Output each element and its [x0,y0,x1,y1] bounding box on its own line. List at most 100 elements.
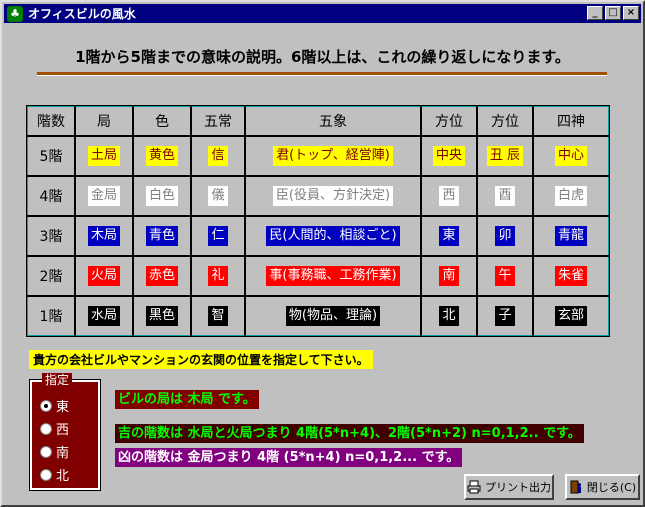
radio-label: 東 [56,400,70,415]
table-cell: 儀 [190,175,246,217]
table-cell: 北 [420,295,478,337]
cell-value: 儀 [208,186,228,206]
table-cell: 黒色 [132,295,192,337]
bureau-message: ビルの局は 木局 です。 [115,390,259,409]
cell-value: 物(物品、理論) [285,306,381,326]
cell-value: 君(トップ、経営陣) [273,146,393,166]
table-cell: 礼 [190,255,246,297]
print-button[interactable]: プリント出力 [464,474,554,500]
page-heading: 1階から5階までの意味の説明。6階以上は、これの繰り返しになります。 [75,48,570,66]
table-cell: 卯 [476,215,534,257]
cell-value: 丑 辰 [486,146,524,166]
table-cell: 事(事務職、工務作業) [244,255,422,297]
table-row: 5階 土局 黄色 信 君(トップ、経営陣) 中央 丑 辰 中心 [26,135,610,177]
table-cell: 中央 [420,135,478,177]
table-cell: 民(人間的、相談ごと) [244,215,422,257]
clover-icon[interactable]: ♣ [7,5,23,22]
door-exit-icon [570,480,581,494]
column-header: 四神 [532,105,610,137]
table-cell: 玄部 [532,295,610,337]
radio-label: 南 [56,446,70,461]
cell-value: 卯 [495,226,515,246]
table-cell: 午 [476,255,534,297]
cell-value: 白虎 [554,186,587,206]
table-row: 1階 水局 黒色 智 物(物品、理論) 北 子 玄部 [26,295,610,337]
cell-value: 酉 [495,186,515,206]
floor-label: 2階 [26,255,76,297]
table-cell: 金局 [74,175,134,217]
cell-value: 智 [208,306,228,326]
cell-value: 玄部 [554,306,587,326]
direction-radio-4[interactable]: 北 [40,465,69,484]
table-cell: 赤色 [132,255,192,297]
table-cell: 仁 [190,215,246,257]
lucky-floors-message: 吉の階数は 水局と火局つまり 4階(5*n+4)、2階(5*n+2) n=0,1… [115,424,584,443]
close-window-button[interactable]: × [623,6,639,20]
radio-button[interactable] [40,399,52,412]
table-cell: 白虎 [532,175,610,217]
column-header: 五常 [190,105,246,137]
table-cell: 木局 [74,215,134,257]
cell-value: 金局 [87,186,120,206]
table-cell: 君(トップ、経営陣) [244,135,422,177]
cell-value: 黒色 [145,306,178,326]
table-cell: 南 [420,255,478,297]
direction-radio-1[interactable]: 東 [40,396,69,415]
table-cell: 白色 [132,175,192,217]
floor-label: 1階 [26,295,76,337]
cell-value: 木局 [87,226,120,246]
cell-value: 火局 [87,266,120,286]
direction-radio-2[interactable]: 西 [40,419,69,438]
table-cell: 智 [190,295,246,337]
cell-value: 中央 [432,146,465,166]
close-button-label: 閉じる(C) [586,481,637,494]
cell-value: 臣(役員、方針決定) [272,186,394,206]
cell-value: 事(事務職、工務作業) [266,266,400,286]
table-cell: 物(物品、理論) [244,295,422,337]
cell-value: 白色 [145,186,178,206]
column-header: 方位 [420,105,478,137]
column-header: 色 [132,105,192,137]
radio-button[interactable] [40,468,52,481]
floor-label: 5階 [26,135,76,177]
floor-label: 4階 [26,175,76,217]
column-header: 五象 [244,105,422,137]
table-cell: 西 [420,175,478,217]
window-title: オフィスビルの風水 [28,7,136,21]
table-cell: 東 [420,215,478,257]
group-legend: 指定 [42,373,73,387]
maximize-button[interactable]: □ [605,6,621,20]
cell-value: 西 [439,186,459,206]
close-button[interactable]: 閉じる(C) [565,474,640,500]
table-cell: 丑 辰 [476,135,534,177]
radio-label: 北 [56,469,70,484]
cell-value: 子 [495,306,515,326]
column-header: 方位 [476,105,534,137]
cell-value: 信 [208,146,228,166]
table-cell: 青色 [132,215,192,257]
title-bar[interactable]: ♣ オフィスビルの風水 _ □ × [4,4,641,23]
heading-divider [37,72,607,76]
unlucky-floors-message: 凶の階数は 金局つまり 4階 (5*n+4) n=0,1,2... です。 [115,448,463,467]
table-header-row: 階数局色五常 五象 方位 方位 四神 [26,105,610,137]
cell-value: 青色 [145,226,178,246]
printer-icon [467,480,481,494]
cell-value: 中心 [554,146,587,166]
entrance-direction-group: 指定 東西南北 [29,373,101,491]
minimize-button[interactable]: _ [587,6,603,20]
table-row: 3階 木局 青色 仁 民(人間的、相談ごと) 東 卯 青龍 [26,215,610,257]
cell-value: 黄色 [145,146,178,166]
table-row: 2階 火局 赤色 礼 事(事務職、工務作業) 南 午 朱雀 [26,255,610,297]
app-window: ♣ オフィスビルの風水 _ □ × 1階から5階までの意味の説明。6階以上は、こ… [0,0,645,507]
radio-button[interactable] [40,445,52,458]
table-cell: 信 [190,135,246,177]
table-cell: 水局 [74,295,134,337]
print-button-label: プリント出力 [485,481,551,494]
direction-radio-3[interactable]: 南 [40,442,69,461]
table-row: 4階 金局 白色 儀 臣(役員、方針決定) 西 酉 白虎 [26,175,610,217]
radio-button[interactable] [40,422,52,435]
radio-label: 西 [56,423,70,438]
cell-value: 午 [495,266,515,286]
table-cell: 臣(役員、方針決定) [244,175,422,217]
instruction-text: 貴方の会社ビルやマンションの玄関の位置を指定して下さい。 [29,350,373,369]
